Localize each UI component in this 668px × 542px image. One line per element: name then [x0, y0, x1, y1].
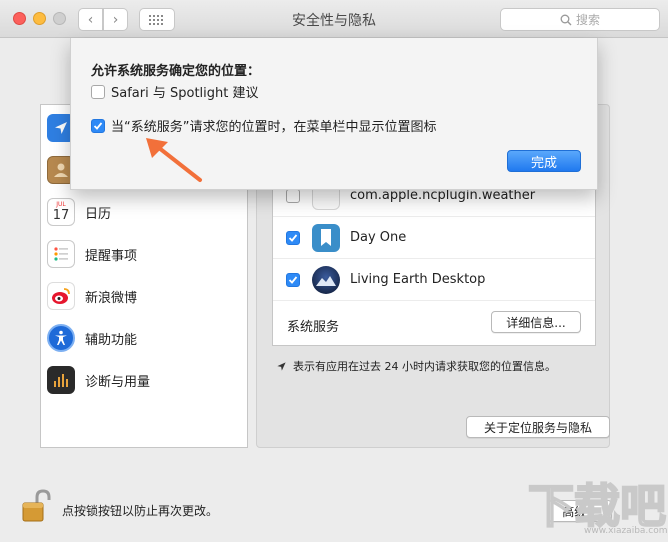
sidebar-item-diagnostics[interactable]: 诊断与用量: [41, 359, 247, 401]
reminders-icon: [47, 240, 75, 268]
sidebar-item-weibo[interactable]: 新浪微博: [41, 275, 247, 317]
search-field[interactable]: 搜索: [500, 8, 660, 31]
title-bar: ‹ › 安全性与隐私 搜索: [0, 0, 668, 38]
search-placeholder: 搜索: [575, 13, 600, 27]
lock-hint-text: 点按锁按钮以防止再次更改。: [62, 504, 219, 518]
sheet-title: 允许系统服务确定您的位置：: [91, 64, 261, 79]
option-checkbox[interactable]: [91, 84, 105, 99]
sidebar-item-label: 日历: [85, 206, 112, 222]
app-checkbox[interactable]: [286, 230, 300, 245]
app-name: Living Earth Desktop: [350, 272, 486, 287]
living-earth-icon: [312, 265, 340, 294]
weibo-icon: [47, 282, 75, 310]
app-checkbox[interactable]: [286, 272, 300, 287]
accessibility-icon: [47, 324, 75, 352]
list-item[interactable]: Day One: [273, 217, 595, 259]
sidebar-item-calendar[interactable]: JUL 17 日历: [41, 191, 247, 233]
sidebar-item-reminders[interactable]: 提醒事项: [41, 233, 247, 275]
app-list: com.apple.ncplugin.weather Day One Livin…: [272, 176, 596, 346]
details-button[interactable]: 详细信息...: [491, 311, 581, 333]
search-icon: [560, 14, 572, 25]
sidebar-item-label: 辅助功能: [85, 332, 138, 348]
about-location-privacy-button[interactable]: 关于定位服务与隐私: [466, 416, 610, 438]
info-text: 表示有应用在过去 24 小时内请求获取您的位置信息。: [293, 360, 556, 373]
day-one-icon: [312, 223, 340, 252]
option-label: Safari 与 Spotlight 建议: [111, 86, 259, 101]
annotation-arrow-icon: [146, 138, 202, 182]
option-checkbox[interactable]: [91, 118, 105, 133]
sidebar-item-accessibility[interactable]: 辅助功能: [41, 317, 247, 359]
app-checkbox[interactable]: [286, 188, 300, 203]
checkmark-icon: [93, 121, 103, 130]
svg-text:下载吧: 下载吧: [528, 479, 666, 533]
watermark-url: www.xiazaiba.com: [584, 526, 668, 536]
calendar-icon: JUL 17: [47, 198, 75, 226]
sidebar-item-label: 提醒事项: [85, 248, 138, 264]
diagnostics-icon: [47, 366, 75, 394]
sidebar-item-label: 新浪微博: [85, 290, 138, 306]
app-name: Day One: [350, 230, 407, 245]
list-item[interactable]: Living Earth Desktop: [273, 259, 595, 301]
location-arrow-icon: [277, 361, 286, 371]
done-button[interactable]: 完成: [507, 150, 581, 172]
lock-icon[interactable]: [20, 488, 52, 524]
safari-spotlight-option[interactable]: Safari 与 Spotlight 建议: [91, 82, 258, 101]
checkmark-icon: [288, 233, 298, 242]
checkmark-icon: [288, 275, 298, 284]
app-name: com.apple.ncplugin.weather: [350, 188, 536, 203]
system-services-label: 系统服务: [287, 319, 340, 335]
info-note: 表示有应用在过去 24 小时内请求获取您的位置信息。: [276, 358, 556, 374]
sidebar-item-label: 诊断与用量: [85, 374, 151, 390]
